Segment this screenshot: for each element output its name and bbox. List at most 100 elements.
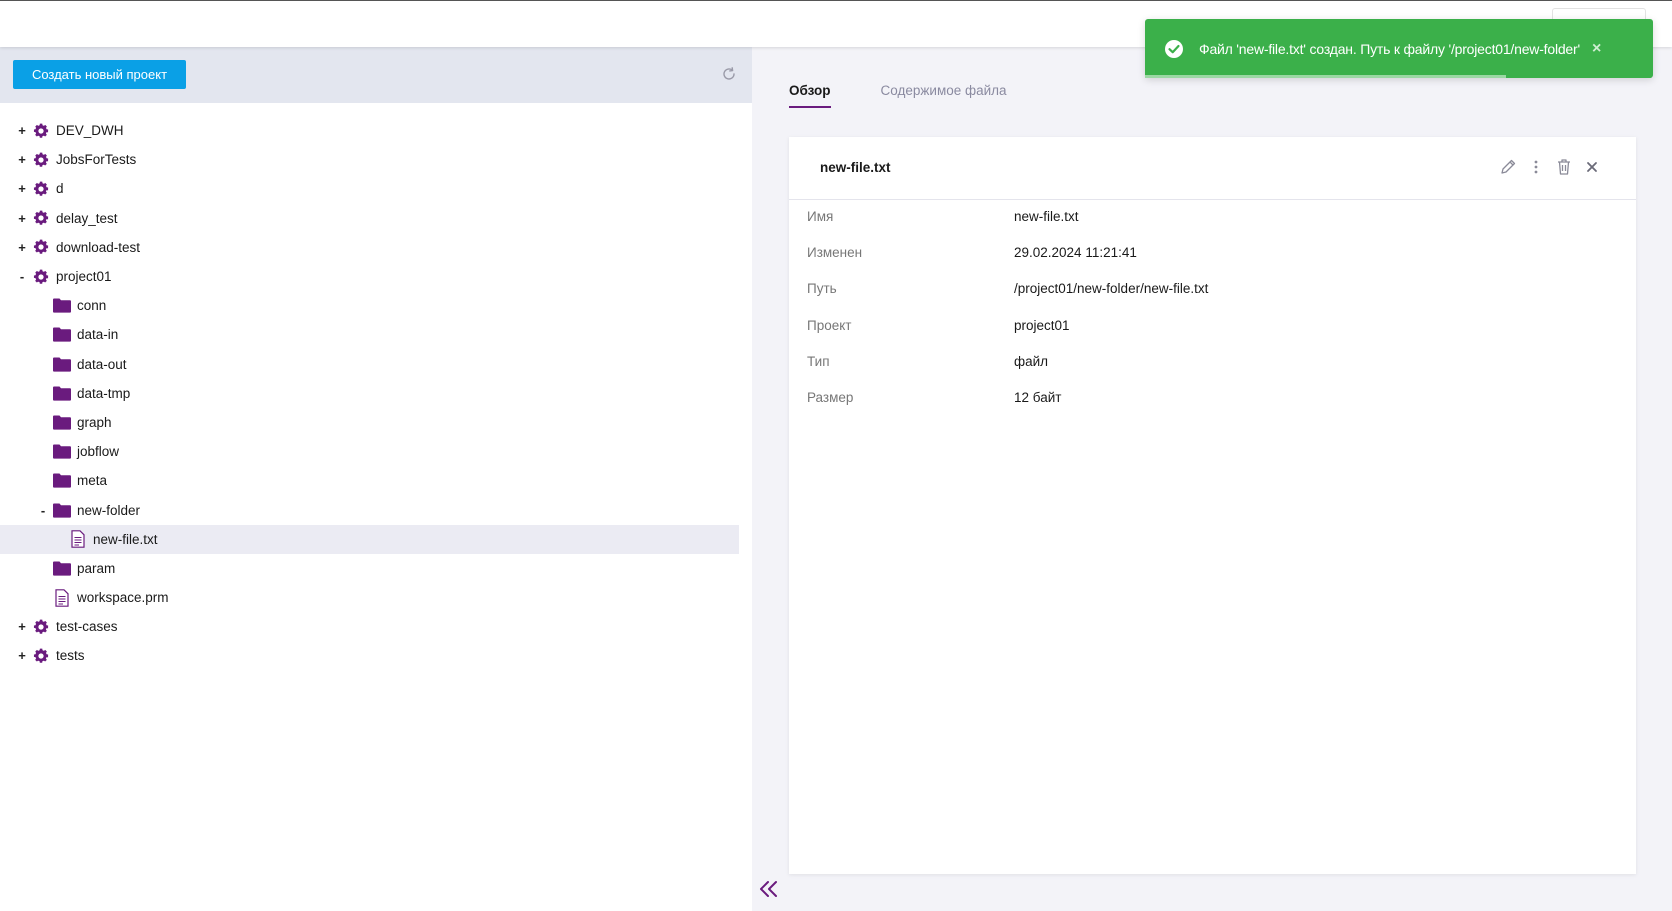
delete-icon[interactable] [1555, 155, 1573, 179]
expand-toggle[interactable]: + [16, 240, 28, 255]
more-options-icon[interactable] [1527, 155, 1545, 179]
expand-toggle[interactable]: + [16, 123, 28, 138]
tree-item[interactable]: graph [0, 408, 752, 437]
property-row: Имя new-file.txt [807, 209, 1208, 245]
collapse-panel-icon[interactable] [757, 877, 781, 901]
close-icon[interactable] [1583, 155, 1601, 179]
tree-item[interactable]: + DEV_DWH [0, 116, 752, 145]
expand-toggle[interactable]: + [16, 648, 28, 663]
tree-item-label: jobflow [77, 444, 120, 460]
tree-item-label: param [77, 560, 116, 576]
tree-item[interactable]: + download-test [0, 233, 752, 262]
tree-item[interactable]: + tests [0, 641, 752, 670]
project-gear-icon [31, 150, 51, 170]
tree-item[interactable]: data-tmp [0, 379, 752, 408]
tree-item[interactable]: + JobsForTests [0, 145, 752, 174]
tree-item[interactable]: - project01 [0, 262, 752, 291]
tree-item[interactable]: conn [0, 291, 752, 320]
tree-item-label: new-file.txt [93, 531, 158, 547]
toast-close-icon[interactable]: × [1592, 40, 1601, 58]
project-gear-icon [31, 267, 51, 287]
folder-icon [52, 383, 72, 403]
property-row: Тип файл [807, 354, 1208, 390]
property-label: Тип [807, 353, 830, 369]
tree-item-label: download-test [56, 239, 141, 255]
tree-item-label: delay_test [56, 210, 118, 226]
tree-item[interactable]: data-in [0, 320, 752, 349]
project-gear-icon [31, 646, 51, 666]
toast-message: Файл 'new-file.txt' создан. Путь к файлу… [1199, 40, 1580, 57]
tree-item[interactable]: - new-folder [0, 495, 752, 524]
tab-file-content[interactable]: Содержимое файла [881, 83, 1007, 108]
file-icon [52, 588, 72, 608]
tree-item[interactable]: data-out [0, 350, 752, 379]
tree-item-label: data-in [77, 327, 119, 343]
tree-item[interactable]: param [0, 554, 752, 583]
project-gear-icon [31, 179, 51, 199]
tree-item-label: project01 [56, 269, 112, 285]
folder-icon [52, 354, 72, 374]
project-gear-icon [31, 617, 51, 637]
tree-item-label: graph [77, 414, 112, 430]
property-row: Путь/project01/new-folder/new-file.txt [807, 281, 1208, 317]
property-value: 12 байт [1014, 389, 1062, 405]
check-circle-icon [1163, 38, 1185, 60]
file-icon [68, 529, 88, 549]
tree-toolbar: Создать новый проект [0, 47, 752, 103]
tree-item-label: data-tmp [77, 385, 131, 401]
property-label: Проект [807, 317, 852, 333]
tree-item-label: d [56, 181, 64, 197]
tree-item-label: conn [77, 298, 107, 314]
tree-item-label: meta [77, 473, 108, 489]
tree-item[interactable]: + delay_test [0, 204, 752, 233]
collapse-toggle[interactable]: - [16, 269, 28, 284]
edit-icon[interactable] [1499, 155, 1517, 179]
tree-item-label: data-out [77, 356, 127, 372]
tree-item[interactable]: workspace.prm [0, 583, 752, 612]
refresh-icon[interactable] [718, 63, 740, 85]
folder-icon [52, 558, 72, 578]
project-gear-icon [31, 208, 51, 228]
tree-item-label: tests [56, 648, 85, 664]
card-actions [1499, 155, 1601, 179]
project-tree-panel: Создать новый проект + DEV_DWH + JobsForTes… [0, 47, 752, 911]
project-tree: + DEV_DWH + JobsForTests + d + delay_test + downl… [0, 116, 752, 671]
folder-icon [52, 500, 72, 520]
toast-progress-bar [1145, 75, 1506, 78]
tree-item[interactable]: jobflow [0, 437, 752, 466]
expand-toggle[interactable]: + [16, 152, 28, 167]
tree-item[interactable]: meta [0, 466, 752, 495]
folder-icon [52, 442, 72, 462]
collapse-toggle[interactable]: - [37, 503, 49, 518]
project-gear-icon [31, 237, 51, 257]
tree-item-label: new-folder [77, 502, 141, 518]
property-value: 29.02.2024 11:21:41 [1014, 245, 1137, 261]
folder-icon [52, 471, 72, 491]
folder-icon [52, 296, 72, 316]
property-row: Размер 12 байт [807, 390, 1208, 426]
expand-toggle[interactable]: + [16, 181, 28, 196]
tree-item-label: DEV_DWH [56, 123, 124, 139]
expand-toggle[interactable]: + [16, 211, 28, 226]
details-panel: Обзор Содержимое файла new-file.txt Имя [752, 47, 1672, 911]
details-tabs: Обзор Содержимое файла [789, 83, 1007, 108]
property-value: /project01/new-folder/new-file.txt [1014, 281, 1209, 297]
property-label: Размер [807, 389, 854, 405]
tab-overview[interactable]: Обзор [789, 83, 831, 108]
property-value: new-file.txt [1014, 209, 1079, 224]
tree-item[interactable]: + d [0, 174, 752, 203]
property-value: файл [1014, 353, 1049, 369]
property-label: Путь [807, 281, 837, 297]
folder-icon [52, 412, 72, 432]
success-toast: Файл 'new-file.txt' создан. Путь к файлу… [1145, 19, 1653, 78]
property-row: Проект project01 [807, 318, 1208, 354]
folder-icon [52, 325, 72, 345]
project-gear-icon [31, 121, 51, 141]
property-row: Изменен 29.02.2024 11:21:41 [807, 245, 1208, 281]
tree-item[interactable]: new-file.txt [0, 524, 739, 554]
card-header: new-file.txt [789, 137, 1636, 200]
expand-toggle[interactable]: + [16, 619, 28, 634]
file-details-card: new-file.txt Имя new-file.txt Изменен 29.02… [789, 137, 1636, 874]
tree-item[interactable]: + test-cases [0, 612, 752, 641]
create-project-button[interactable]: Создать новый проект [13, 60, 186, 89]
